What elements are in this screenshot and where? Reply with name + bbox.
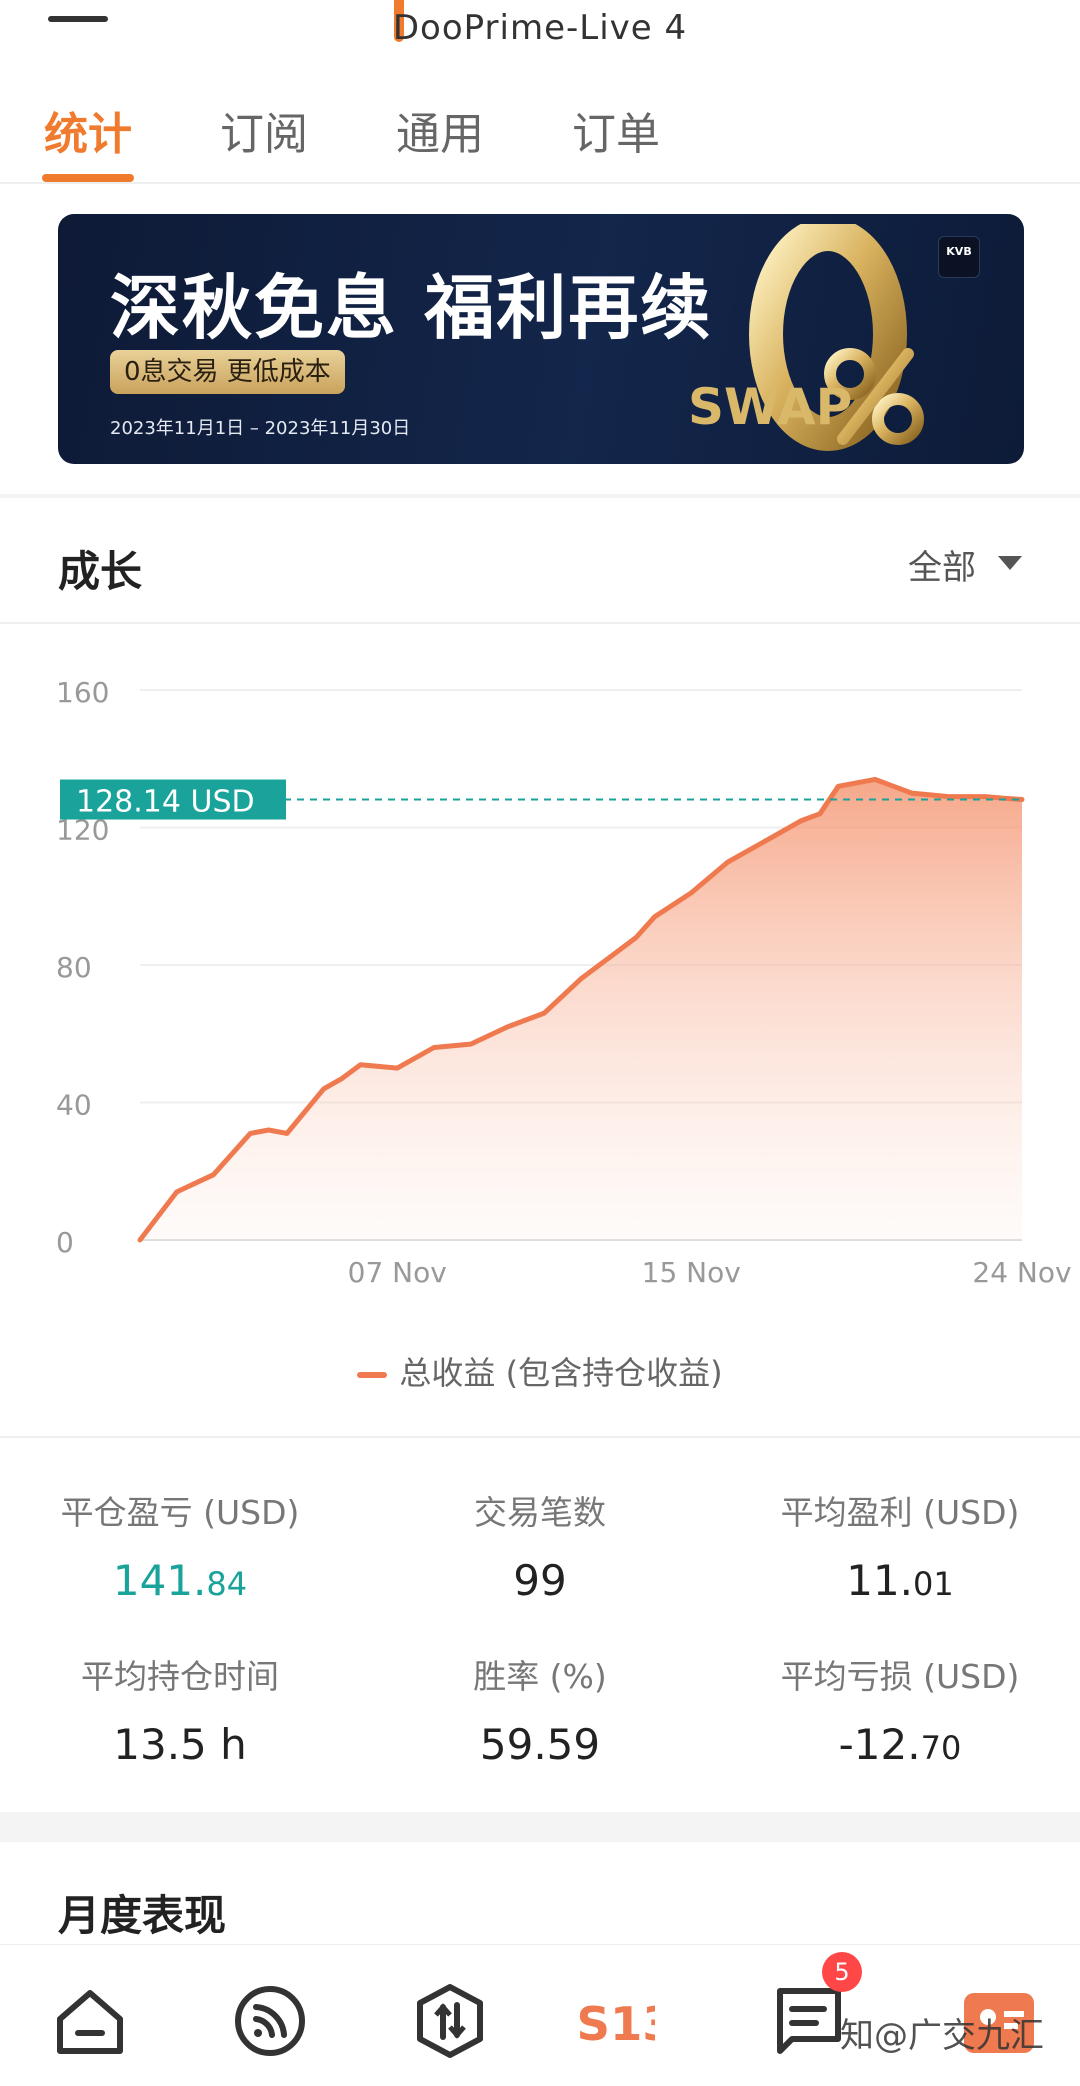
messages-badge: 5 <box>822 1952 862 1992</box>
stat-value: 13.5 h <box>113 1720 247 1769</box>
stat-label: 胜率 (%) <box>473 1657 607 1696</box>
svg-text:SWAP: SWAP <box>688 378 852 436</box>
section-separator <box>0 1812 1080 1842</box>
account-title[interactable]: DooPrime-Live 4 <box>0 8 1080 48</box>
legend-line-icon <box>357 1372 388 1378</box>
chevron-down-icon[interactable] <box>998 556 1022 570</box>
tab-statistics[interactable]: 统计 <box>44 98 132 162</box>
x-tick-label: 24 Nov <box>972 1256 1071 1289</box>
tab-orders[interactable]: 订单 <box>572 98 660 162</box>
messages-icon[interactable] <box>770 1981 850 2061</box>
stat-average-profit: 平均盈利 (USD) 11.01 <box>720 1486 1080 1605</box>
feed-icon[interactable] <box>230 1981 310 2061</box>
divider <box>0 622 1080 624</box>
divider <box>0 1436 1080 1438</box>
svg-text:S13: S13 <box>576 1997 655 2051</box>
banner-pill: 0息交易 更低成本 <box>110 350 345 394</box>
stat-label: 平仓盈亏 (USD) <box>60 1493 300 1532</box>
stat-value: 59.59 <box>479 1720 601 1769</box>
s13-icon[interactable]: S13 <box>575 1981 685 2061</box>
y-tick-label: 40 <box>56 1089 92 1122</box>
x-tick-label: 15 Nov <box>642 1256 741 1289</box>
home-icon[interactable] <box>50 1981 130 2061</box>
y-tick-label: 0 <box>56 1226 74 1259</box>
stat-label: 平均盈利 (USD) <box>780 1493 1020 1532</box>
stat-value: 99 <box>513 1556 567 1605</box>
top-bar: DooPrime-Live 4 <box>0 0 1080 60</box>
range-filter[interactable]: 全部 <box>908 540 976 589</box>
stat-value: 141.84 <box>112 1556 248 1605</box>
stat-label: 平均持仓时间 <box>81 1657 279 1696</box>
tab-subscription[interactable]: 订阅 <box>220 98 308 162</box>
chart-legend: 总收益 (包含持仓收益) <box>0 1348 1080 1394</box>
y-tick-label: 160 <box>56 676 109 709</box>
growth-title: 成长 <box>58 547 143 596</box>
stat-trade-count: 交易笔数 99 <box>360 1486 720 1605</box>
series-area <box>140 779 1022 1240</box>
stat-average-hold-time: 平均持仓时间 13.5 h <box>0 1650 360 1769</box>
stat-value: 11.01 <box>846 1556 954 1605</box>
y-tick-label: 80 <box>56 951 92 984</box>
x-tick-label: 07 Nov <box>348 1256 447 1289</box>
growth-chart: 0408012016007 Nov 15 Nov 24 Nov128.14 USD <box>56 676 1072 1289</box>
current-value-label: 128.14 USD <box>76 785 255 820</box>
stat-value: -12.70 <box>838 1720 962 1769</box>
promo-banner[interactable]: 深秋免息 福利再续 0息交易 更低成本 2023年11月1日 – 2023年11… <box>58 214 1024 464</box>
legend-label: 总收益 (包含持仓收益) <box>399 1354 723 1392</box>
banner-dates: 2023年11月1日 – 2023年11月30日 <box>110 418 411 439</box>
stat-win-rate: 胜率 (%) 59.59 <box>360 1650 720 1769</box>
stat-label: 平均亏损 (USD) <box>780 1657 1020 1696</box>
active-tab-indicator <box>42 174 134 182</box>
section-separator <box>0 494 1080 498</box>
trade-icon[interactable] <box>410 1981 490 2061</box>
tab-bar: 统计 订阅 通用 订单 <box>0 88 1080 184</box>
watermark: 知@广交九汇 <box>840 2016 1044 2056</box>
monthly-performance-title: 月度表现 <box>58 1891 227 1940</box>
banner-headline: 深秋免息 福利再续 <box>110 267 713 349</box>
tab-general[interactable]: 通用 <box>396 98 484 162</box>
stat-label: 交易笔数 <box>474 1493 606 1532</box>
stat-average-loss: 平均亏损 (USD) -12.70 <box>720 1650 1080 1769</box>
stat-closed-pnl: 平仓盈亏 (USD) 141.84 <box>0 1486 360 1605</box>
swap-zero-percent-graphic: SWAP <box>688 224 924 451</box>
